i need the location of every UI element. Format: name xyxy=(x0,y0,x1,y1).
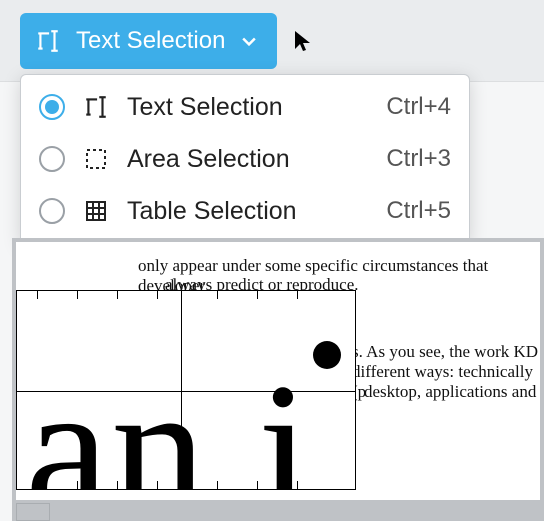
magnified-glyphs: an i xyxy=(25,355,313,490)
document-page: only appear under some specific circumst… xyxy=(16,242,540,500)
area-selection-icon xyxy=(81,144,111,174)
menu-item-label: Table Selection xyxy=(127,197,370,226)
magnifier-overlay: an i xyxy=(16,290,356,490)
text-selection-icon xyxy=(81,92,111,122)
selection-mode-dropdown[interactable]: Text Selection xyxy=(20,13,277,69)
toolbar: Text Selection xyxy=(0,0,544,82)
radio-icon xyxy=(39,198,65,224)
radio-selected-icon xyxy=(39,94,65,120)
selection-mode-label: Text Selection xyxy=(76,27,225,55)
menu-item-shortcut: Ctrl+5 xyxy=(386,197,451,225)
pointer-cursor-icon[interactable] xyxy=(289,27,317,55)
horizontal-scrollbar[interactable] xyxy=(16,503,50,521)
chevron-down-icon xyxy=(239,31,259,51)
menu-item-shortcut: Ctrl+3 xyxy=(386,145,451,173)
menu-item-label: Text Selection xyxy=(127,93,370,122)
menu-item-text-selection[interactable]: Text Selection Ctrl+4 xyxy=(29,81,461,133)
document-text: s. As you see, the work KD xyxy=(352,342,538,362)
document-text: desktop, applications and xyxy=(364,382,536,402)
menu-item-label: Area Selection xyxy=(127,145,370,174)
menu-item-shortcut: Ctrl+4 xyxy=(386,93,451,121)
document-viewport[interactable]: only appear under some specific circumst… xyxy=(12,238,544,521)
menu-item-area-selection[interactable]: Area Selection Ctrl+3 xyxy=(29,133,461,185)
glyph-dot xyxy=(313,341,341,369)
menu-item-table-selection[interactable]: Table Selection Ctrl+5 xyxy=(29,185,461,237)
radio-icon xyxy=(39,146,65,172)
text-selection-icon xyxy=(34,27,62,55)
selection-mode-menu: Text Selection Ctrl+4 Area Selection Ctr… xyxy=(20,74,470,244)
table-selection-icon xyxy=(81,196,111,226)
